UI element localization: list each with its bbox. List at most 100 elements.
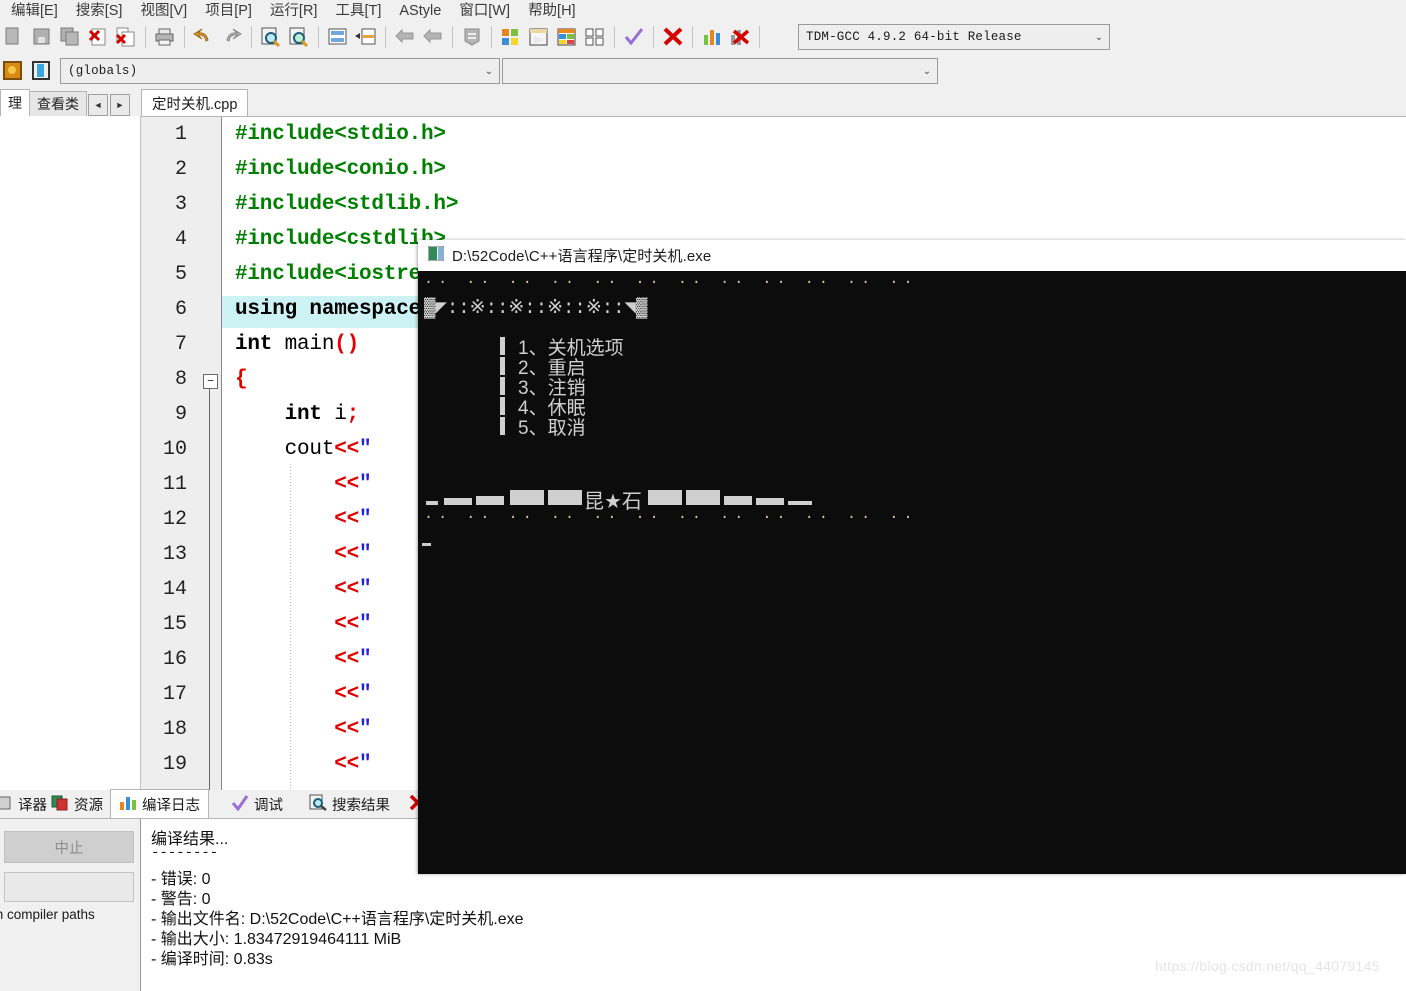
compile-run-icon[interactable] [554, 24, 580, 50]
console-footer-block [788, 501, 812, 505]
project-tree-panel[interactable] [0, 116, 141, 790]
console-menu-bullet [500, 417, 505, 435]
menu-item-astyle[interactable]: AStyle [390, 2, 450, 20]
console-footer-block [476, 496, 504, 505]
close-file-icon[interactable] [85, 24, 111, 50]
console-menu-bullet [500, 357, 505, 375]
chevron-down-icon: ⌄ [922, 65, 932, 77]
undo-icon[interactable] [191, 24, 217, 50]
replace-icon[interactable] [286, 24, 312, 50]
menu-item-view[interactable]: 视图[V] [131, 2, 196, 20]
code-line[interactable]: <<" [235, 473, 371, 496]
rebuild-icon[interactable] [582, 24, 608, 50]
code-line[interactable]: #include<conio.h> [235, 158, 446, 181]
code-line[interactable]: <<" [235, 648, 371, 671]
print-icon[interactable] [152, 24, 178, 50]
console-menu-item: 5、取消 [518, 418, 586, 439]
compiler-select[interactable]: TDM-GCC 4.9.2 64-bit Release ⌄ [798, 24, 1110, 50]
close-all-icon[interactable] [113, 24, 139, 50]
fold-range-line [209, 388, 210, 791]
scope-member-select[interactable]: ⌄ [502, 58, 938, 84]
code-line[interactable]: <<" [235, 543, 371, 566]
menu-item-edit[interactable]: 编辑[E] [2, 2, 67, 20]
code-line[interactable]: { [235, 368, 248, 391]
profile-icon[interactable] [699, 24, 725, 50]
code-token: << [334, 683, 360, 706]
toolbar-separator [145, 26, 146, 48]
line-number: 19 [162, 753, 187, 776]
code-line[interactable]: <<" [235, 613, 371, 636]
editor-tab-file[interactable]: 定时关机.cpp [141, 89, 249, 116]
code-token: << [334, 753, 360, 776]
code-line[interactable]: int main() [235, 333, 359, 356]
menu-item-project[interactable]: 项目[P] [196, 2, 261, 20]
indent-icon[interactable] [353, 24, 379, 50]
compile-log-icon [119, 794, 137, 815]
console-titlebar[interactable]: D:\52Code\C++语言程序\定时关机.exe [418, 240, 1406, 271]
scope-globals-select[interactable]: (globals) ⌄ [60, 58, 500, 84]
code-token: cout [235, 438, 335, 461]
save-all-icon[interactable] [57, 24, 83, 50]
bottom-tab-搜索结果[interactable]: 搜索结果 [300, 790, 399, 818]
console-title-text: D:\52Code\C++语言程序\定时关机.exe [452, 248, 712, 265]
compile-icon[interactable] [498, 24, 524, 50]
scope-globals-value: (globals) [68, 64, 138, 78]
watermark-url: https://blog.csdn.net/qq_44079145 [1155, 958, 1380, 974]
toolbar-separator [759, 26, 760, 48]
sidebar-tab-classview[interactable]: 查看类 [29, 91, 87, 116]
run-icon[interactable] [526, 24, 552, 50]
back-icon[interactable] [392, 24, 418, 50]
menu-bar: 编辑[E] 搜索[S] 视图[V] 项目[P] 运行[R] 工具[T] ASty… [0, 0, 1406, 20]
tab-scroll-prev-icon[interactable]: ◄ [88, 94, 108, 116]
sidebar-tab-project[interactable]: 理 [0, 89, 30, 116]
toolbar-separator [653, 26, 654, 48]
bottom-tab-资源[interactable]: 资源 [42, 790, 112, 818]
menu-item-window[interactable]: 窗口[W] [450, 2, 519, 20]
delete-profile-icon[interactable] [727, 24, 753, 50]
console-output: ·· ·· ·· ·· ·· ·· ·· ·· ·· ·· ·· ·· ▓◤::※… [418, 271, 1406, 874]
forward-icon[interactable] [420, 24, 446, 50]
code-line[interactable]: <<" [235, 578, 371, 601]
bottom-tab-调试[interactable]: 调试 [222, 790, 292, 818]
menu-item-run[interactable]: 运行[R] [261, 2, 327, 20]
code-line[interactable]: int i; [235, 403, 360, 426]
syntax-check-icon[interactable] [621, 24, 647, 50]
code-line[interactable]: <<" [235, 718, 371, 741]
code-token: " [359, 683, 372, 706]
menu-item-search[interactable]: 搜索[S] [67, 2, 132, 20]
code-token: #include<cstdlib> [235, 228, 446, 251]
console-window[interactable]: D:\52Code\C++语言程序\定时关机.exe ·· ·· ·· ·· ·… [418, 240, 1406, 874]
redo-icon[interactable] [219, 24, 245, 50]
toolbar-separator [452, 26, 453, 48]
bottom-tab-编译日志[interactable]: 编译日志 [110, 789, 209, 818]
menu-item-help[interactable]: 帮助[H] [519, 2, 585, 20]
project-manager-icon[interactable] [1, 58, 27, 84]
console-menu-bullet [500, 397, 505, 415]
code-line[interactable]: #include<stdlib.h> [235, 193, 458, 216]
class-browser-icon[interactable] [29, 58, 55, 84]
line-number: 18 [162, 718, 187, 741]
bottom-tab-label: 调试 [254, 797, 283, 814]
toggle-bookmark-icon[interactable] [459, 24, 485, 50]
find-icon[interactable] [258, 24, 284, 50]
menu-item-tools[interactable]: 工具[T] [326, 2, 390, 20]
code-line[interactable]: <<" [235, 683, 371, 706]
console-footer-block [548, 490, 582, 505]
code-line[interactable]: #include<stdio.h> [235, 123, 446, 146]
code-token: #include<conio.h> [235, 158, 446, 181]
new-file-icon[interactable] [1, 24, 27, 50]
code-token: #include<stdio.h> [235, 123, 446, 146]
code-line[interactable]: <<" [235, 508, 371, 531]
code-line[interactable]: <<" [235, 753, 371, 776]
tab-scroll-next-icon[interactable]: ► [110, 94, 130, 116]
save-file-icon[interactable] [29, 24, 55, 50]
code-line[interactable]: #include<cstdlib> [235, 228, 446, 251]
abort-button[interactable]: 中止 [4, 831, 134, 863]
goto-line-icon[interactable] [325, 24, 351, 50]
line-number: 8 [174, 368, 187, 391]
code-line[interactable]: cout<<" [235, 438, 372, 461]
fold-toggle-icon[interactable]: − [203, 374, 218, 389]
stop-execution-icon[interactable] [660, 24, 686, 50]
